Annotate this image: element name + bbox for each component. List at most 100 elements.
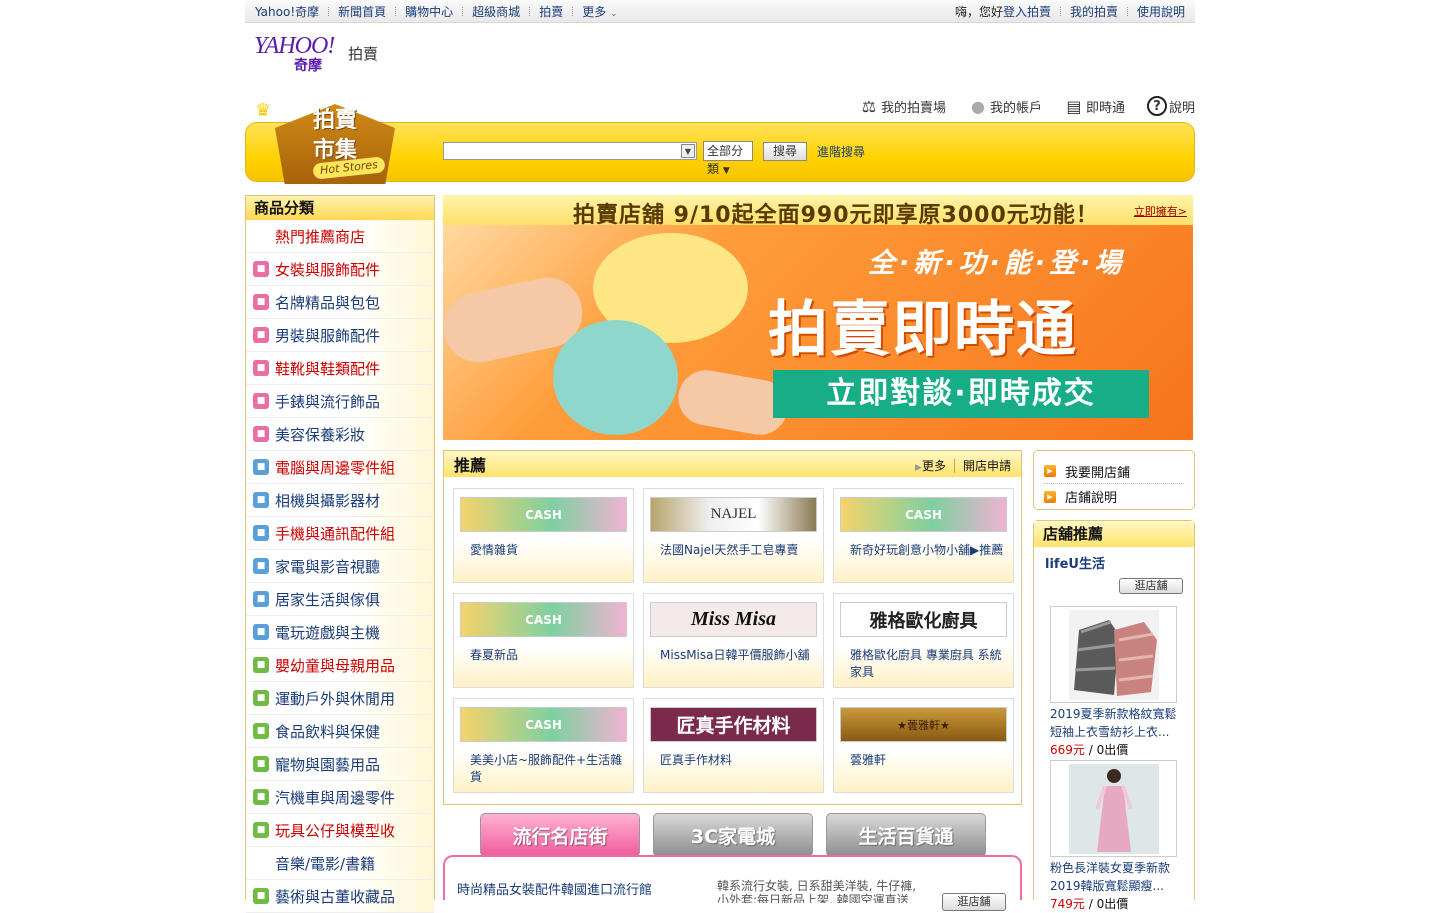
panel-header: 推薦 ▶更多 開店申請: [444, 451, 1021, 477]
store-banner-image[interactable]: ★蕓雅軒★: [840, 707, 1007, 742]
open-store-link[interactable]: 開店申請: [963, 457, 1011, 474]
product-title[interactable]: 粉色長洋裝女夏季新款2019韓版寬鬆顯瘦...: [1050, 859, 1180, 895]
food-icon: ■: [253, 723, 269, 739]
promo-strip-banner[interactable]: 拍賣店舖 9/10起全面990元即享原3000元功能！ 立即擁有>: [443, 195, 1193, 228]
sidebar-item[interactable]: ■ 電腦與周邊零件組: [246, 451, 434, 484]
search-button[interactable]: 搜尋: [763, 141, 807, 161]
shopping-link[interactable]: 購物中心: [405, 3, 453, 20]
store-name[interactable]: 匠真手作材料: [650, 751, 817, 768]
sidebar-item[interactable]: ■ 相機與攝影器材: [246, 484, 434, 517]
sidebar-item[interactable]: ■ 玩具公仔與模型收: [246, 814, 434, 847]
store-name[interactable]: 法國Najel天然手工皂專賣: [650, 541, 817, 558]
watch-icon: ■: [253, 393, 269, 409]
help-quick[interactable]: ? 說明: [1146, 96, 1195, 116]
account-quick[interactable]: ● 我的帳戶: [968, 96, 1042, 116]
category-sidebar: 商品分類 熱門推薦商店 ■ 女裝與服飾配件 ■ 名牌精品與包包 ■ 男裝與服飾配件 ■ 鞋靴與鞋…: [245, 195, 435, 913]
mall-link[interactable]: 超級商城: [472, 3, 520, 20]
top-nav-bar: Yahoo!奇摩 新聞首頁 購物中心 超級商城 拍賣 更多 ⌄ 嗨，您好 登入拍…: [245, 0, 1195, 23]
shop-info-link[interactable]: ▶ 店鋪說明: [1044, 484, 1184, 509]
store-name[interactable]: 蕓雅軒: [840, 751, 1007, 768]
sidebar-item[interactable]: ■ 鞋靴與鞋類配件: [246, 352, 434, 385]
link-label: 我要開店鋪: [1065, 465, 1131, 481]
store-banner-image[interactable]: CASH: [460, 602, 627, 637]
product-title[interactable]: 2019夏季新款格紋寬鬆短袖上衣雪紡衫上衣...: [1050, 705, 1180, 741]
auction-link[interactable]: 拍賣: [539, 3, 563, 20]
store-banner-image[interactable]: 雅格歐化廚具: [840, 602, 1007, 637]
store-banner-image[interactable]: CASH: [460, 497, 627, 532]
quick-links: ⚖ 我的拍賣場 ● 我的帳戶 ▤ 即時通 ? 說明: [837, 93, 1195, 119]
sidebar-item[interactable]: ■ 名牌精品與包包: [246, 286, 434, 319]
store-name[interactable]: MissMisa日韓平價服飾小舖: [650, 646, 817, 663]
featured-shop-name[interactable]: lifeU生活: [1045, 553, 1105, 572]
product-thumbnail[interactable]: [1050, 606, 1177, 703]
sidebar-item[interactable]: ■ 家電與影音視聽: [246, 550, 434, 583]
store-banner-image[interactable]: 匠真手作材料: [650, 707, 817, 742]
sidebar-item[interactable]: ■ 手機與通訊配件組: [246, 517, 434, 550]
sidebar-item[interactable]: ■ 運動戶外與休閒用: [246, 682, 434, 715]
crown-icon: ♛: [255, 100, 272, 121]
sidebar-item[interactable]: ■ 美容保養彩妝: [246, 418, 434, 451]
more-link[interactable]: ▶更多: [915, 457, 946, 474]
sidebar-item-label: 嬰幼童與母親用品: [275, 656, 396, 675]
featured-item: 粉色長洋裝女夏季新款2019韓版寬鬆顯瘦... 749元 / 0出價: [1050, 760, 1180, 912]
store-name[interactable]: 新奇好玩創意小物小舖▶推薦: [840, 541, 1007, 558]
sidebar-item[interactable]: ■ 手錶與流行飾品: [246, 385, 434, 418]
my-auction-link[interactable]: 我的拍賣: [1070, 3, 1118, 20]
more-menu[interactable]: 更多 ⌄: [582, 3, 617, 20]
sidebar-item[interactable]: 熱門推薦商店: [246, 220, 434, 253]
listing-title[interactable]: 時尚精品女裝配件韓國進口流行館: [457, 879, 652, 898]
sidebar-item[interactable]: ■ 藝術與古董收藏品: [246, 880, 434, 913]
store-banner-image[interactable]: NAJEL: [650, 497, 817, 532]
play-icon: ▶: [915, 463, 922, 473]
store-name[interactable]: 美美小店~服飾配件+生活雜貨: [460, 751, 627, 785]
store-card: Miss Misa MissMisa日韓平價服飾小舖: [643, 593, 824, 688]
store-name[interactable]: 雅格歐化廚具 專業廚具 系統家具: [840, 646, 1007, 680]
search-input[interactable]: ▼: [443, 142, 697, 160]
gavel-icon: ⚖: [861, 96, 877, 116]
sidebar-item[interactable]: ■ 電玩遊戲與主機: [246, 616, 434, 649]
messenger-quick[interactable]: ▤ 即時通: [1064, 96, 1125, 116]
yahoo-auction-logo[interactable]: YAHOO! 奇摩 拍賣: [254, 33, 384, 74]
tab-3c[interactable]: 3C家電城: [653, 813, 813, 857]
sidebar-item[interactable]: ■ 汽機車與周邊零件: [246, 781, 434, 814]
tab-fashion[interactable]: 流行名店街: [480, 813, 640, 857]
sidebar-item[interactable]: ■ 男裝與服飾配件: [246, 319, 434, 352]
pink-dress-image: [1068, 763, 1159, 854]
store-banner-image[interactable]: CASH: [460, 707, 627, 742]
sidebar-item[interactable]: ■ 食品飲料與保健: [246, 715, 434, 748]
my-auction-quick[interactable]: ⚖ 我的拍賣場: [859, 96, 946, 116]
top-nav-left: Yahoo!奇摩 新聞首頁 購物中心 超級商城 拍賣 更多 ⌄: [255, 0, 618, 23]
enter-store-button[interactable]: 逛店舖: [1119, 578, 1183, 594]
sidebar-item[interactable]: ■ 女裝與服飾配件: [246, 253, 434, 286]
advanced-search-link[interactable]: 進階搜尋: [817, 143, 865, 160]
product-thumbnail[interactable]: [1050, 760, 1177, 857]
separator: [462, 7, 464, 16]
tab-lifestyle[interactable]: 生活百貨通: [826, 813, 986, 857]
store-banner-text: 匠真手作材料: [676, 715, 791, 737]
sidebar-item[interactable]: ■ 寵物與園藝用品: [246, 748, 434, 781]
user-icon: ●: [970, 96, 985, 116]
top-nav-right: 嗨，您好 登入拍賣 我的拍賣 使用說明: [955, 0, 1185, 23]
history-dropdown-icon[interactable]: ▼: [681, 144, 695, 158]
login-link[interactable]: 登入拍賣: [1003, 3, 1051, 20]
store-banner-text: CASH: [525, 612, 562, 627]
sidebar-item-label: 電玩遊戲與主機: [275, 623, 381, 642]
sidebar-item-label: 居家生活與傢俱: [275, 590, 381, 609]
store-banner-image[interactable]: Miss Misa: [650, 602, 817, 637]
category-select[interactable]: 全部分類 ▼: [703, 141, 753, 176]
store-banner-image[interactable]: CASH: [840, 497, 1007, 532]
visit-store-button[interactable]: 逛店舖: [942, 893, 1006, 911]
open-shop-link[interactable]: ▶ 我要開店鋪: [1044, 459, 1184, 484]
yahoo-home-link[interactable]: Yahoo!奇摩: [255, 3, 319, 20]
news-link[interactable]: 新聞首頁: [338, 3, 386, 20]
question-icon: ?: [1146, 96, 1167, 116]
store-name[interactable]: 愛情雜貨: [460, 541, 627, 558]
sidebar-item[interactable]: ■ 嬰幼童與母親用品: [246, 649, 434, 682]
store-name[interactable]: 春夏新品: [460, 646, 627, 663]
separator: [529, 7, 531, 16]
help-link[interactable]: 使用說明: [1137, 3, 1185, 20]
hero-banner[interactable]: 全·新·功·能·登·場 拍賣即時通 立即對談·即時成交: [443, 225, 1193, 440]
store-banner-text: NAJEL: [710, 506, 757, 522]
sidebar-item[interactable]: ■ 居家生活與傢俱: [246, 583, 434, 616]
sidebar-item[interactable]: 音樂/電影/書籍: [246, 847, 434, 880]
